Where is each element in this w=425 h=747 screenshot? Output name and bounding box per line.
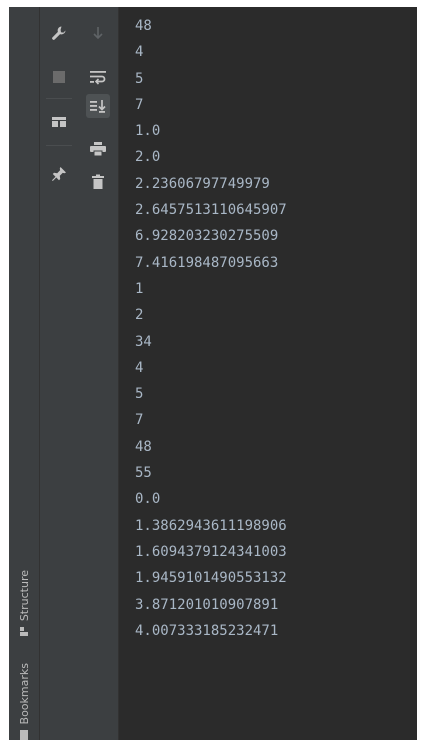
console-line: 4	[135, 44, 144, 61]
pin-icon	[52, 167, 66, 181]
bookmarks-tab-label: Bookmarks	[17, 662, 31, 724]
trash-icon	[92, 174, 104, 189]
soft-wrap-button[interactable]	[86, 65, 110, 89]
console-line: 5	[135, 386, 144, 403]
console-line: 2	[135, 307, 144, 324]
toolbar-column-2	[78, 7, 119, 740]
next-occurrence-button[interactable]	[86, 21, 110, 45]
bookmarks-icon	[20, 730, 28, 740]
console-output[interactable]: 48 4 5 7 1.0 2.0 2.23606797749979 2.64575131106…	[119, 7, 417, 740]
layout-icon	[52, 117, 66, 127]
structure-tab-label: Structure	[17, 569, 31, 621]
window-frame: Structure Bookmarks 48 4 5 7 1.0 2.0 2.2…	[0, 0, 425, 747]
console-line: 1	[135, 280, 144, 297]
settings-button[interactable]	[47, 21, 71, 45]
bookmarks-tab[interactable]: Bookmarks	[9, 655, 39, 740]
console-line: 55	[135, 465, 152, 482]
structure-icon	[19, 627, 29, 637]
clear-all-button[interactable]	[86, 170, 110, 194]
run-tool-window: Structure Bookmarks 48 4 5 7 1.0 2.0 2.2…	[9, 7, 417, 740]
toolbar-separator	[46, 145, 72, 146]
console-line: 3.871201010907891	[135, 596, 279, 613]
print-button[interactable]	[86, 137, 110, 161]
print-icon	[90, 142, 106, 157]
console-line: 1.0	[135, 123, 161, 140]
console-line: 2.23606797749979	[135, 175, 270, 192]
soft-wrap-icon	[90, 71, 106, 85]
console-line: 2.6457513110645907	[135, 202, 287, 219]
console-line: 48	[135, 18, 152, 34]
arrow-down-icon	[93, 27, 103, 40]
console-line: 6.928203230275509	[135, 228, 279, 245]
console-line: 48	[135, 438, 152, 455]
console-line: 2.0	[135, 149, 161, 166]
console-line: 7	[135, 412, 144, 429]
console-line: 4	[135, 359, 144, 376]
console-line: 1.3862943611198906	[135, 517, 287, 534]
console-lines: 48 4 5 7 1.0 2.0 2.23606797749979 2.64575131106…	[135, 13, 287, 644]
scroll-to-end-icon	[90, 100, 106, 113]
console-line: 0.0	[135, 491, 161, 508]
console-line: 7	[135, 96, 144, 113]
console-line: 1.9459101490553132	[135, 570, 287, 587]
scroll-to-end-button[interactable]	[86, 94, 110, 118]
layout-button[interactable]	[47, 110, 71, 134]
left-tool-strip: Structure Bookmarks	[9, 7, 40, 740]
console-line: 1.6094379124341003	[135, 543, 287, 560]
stop-icon	[53, 71, 65, 83]
toolbar-separator	[46, 98, 72, 99]
wrench-icon	[52, 26, 66, 40]
pin-button[interactable]	[47, 162, 71, 186]
structure-tab[interactable]: Structure	[9, 552, 39, 637]
console-line: 4.007333185232471	[135, 622, 279, 639]
console-line: 5	[135, 70, 144, 87]
console-line: 7.416198487095663	[135, 254, 279, 271]
console-line: 34	[135, 333, 152, 350]
stop-button[interactable]	[47, 65, 71, 89]
toolbar-column-1	[40, 7, 78, 740]
